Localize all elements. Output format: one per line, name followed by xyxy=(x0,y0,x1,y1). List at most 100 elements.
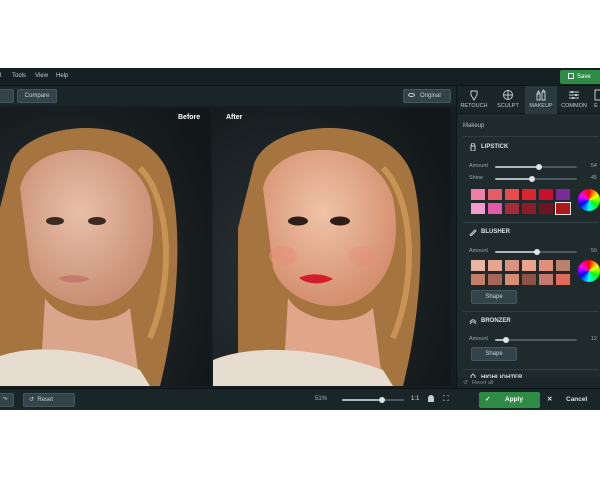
makeup-icon xyxy=(536,89,546,101)
pan-hand-icon[interactable] xyxy=(428,395,434,402)
apply-label: Apply xyxy=(505,396,524,403)
slider-fill xyxy=(495,178,532,180)
redo-icon: ↷ xyxy=(2,397,8,403)
reset-all-link[interactable]: Reset all xyxy=(472,380,493,386)
lipstick-shine-value: 45 xyxy=(590,175,597,181)
tab-sculpt-label: SCULPT xyxy=(497,103,519,109)
lipstick-swatch[interactable] xyxy=(505,189,519,200)
tab-effects[interactable]: E xyxy=(591,86,600,114)
blusher-swatch[interactable] xyxy=(505,260,519,271)
blusher-amount-slider[interactable] xyxy=(495,249,577,255)
tab-retouch-label: RETOUCH xyxy=(460,103,488,109)
view-mode-button[interactable] xyxy=(0,89,14,103)
apply-button[interactable]: ✓ Apply xyxy=(479,392,540,408)
slider-handle[interactable] xyxy=(529,176,536,182)
menu-help[interactable]: Help xyxy=(56,73,68,79)
blusher-swatch[interactable] xyxy=(471,260,485,271)
bronzer-shape-button[interactable]: Shape xyxy=(471,347,517,361)
after-label: After xyxy=(226,114,243,121)
blusher-title: BLUSHER xyxy=(481,229,511,235)
lipstick-icon xyxy=(470,143,476,151)
blusher-swatch[interactable] xyxy=(471,274,485,285)
cancel-button[interactable]: ✕ Cancel xyxy=(542,392,600,408)
menu-bar: II Tools View Help Save xyxy=(0,68,600,86)
original-button[interactable]: Original xyxy=(403,89,451,103)
redo-button[interactable]: ↷ xyxy=(0,393,14,407)
lipstick-amount-slider[interactable] xyxy=(495,164,577,170)
lipstick-swatch[interactable] xyxy=(522,189,536,200)
blusher-color-wheel[interactable] xyxy=(578,260,600,282)
slider-handle[interactable] xyxy=(379,397,385,403)
tab-sculpt[interactable]: SCULPT xyxy=(491,86,525,114)
retouch-icon xyxy=(470,90,478,101)
lipstick-swatch[interactable] xyxy=(488,189,502,200)
blusher-swatch[interactable] xyxy=(539,260,553,271)
lipstick-swatch[interactable] xyxy=(539,203,553,214)
image-canvas[interactable]: Before After xyxy=(0,106,456,388)
after-photo: After xyxy=(213,108,451,386)
bronzer-amount-slider[interactable] xyxy=(495,337,577,343)
slider-handle[interactable] xyxy=(503,337,510,343)
tab-retouch[interactable]: RETOUCH xyxy=(457,86,491,114)
blusher-swatch[interactable] xyxy=(505,274,519,285)
zoom-1to1-button[interactable]: 1:1 xyxy=(411,396,419,402)
blusher-swatch[interactable] xyxy=(522,274,536,285)
save-button[interactable]: Save xyxy=(560,70,600,84)
blusher-swatch[interactable] xyxy=(488,274,502,285)
menu-truncated[interactable]: II xyxy=(0,73,1,79)
lipstick-swatch[interactable] xyxy=(522,203,536,214)
blusher-swatch[interactable] xyxy=(556,274,570,285)
blusher-swatch[interactable] xyxy=(556,260,570,271)
blusher-amount-value: 50 xyxy=(590,248,597,254)
slider-handle[interactable] xyxy=(533,249,540,255)
lipstick-title: LIPSTICK xyxy=(481,144,509,150)
blusher-swatch[interactable] xyxy=(522,260,536,271)
tab-effects-label: E xyxy=(594,103,598,109)
tab-makeup[interactable]: MAKEUP xyxy=(525,86,557,114)
fit-screen-icon[interactable]: ⛶ xyxy=(443,394,449,404)
slider-fill xyxy=(342,399,380,401)
slider-fill xyxy=(495,166,540,168)
lipstick-swatch[interactable] xyxy=(471,189,485,200)
cancel-label: Cancel xyxy=(566,396,588,403)
bronzer-icon xyxy=(469,319,477,325)
menu-view[interactable]: View xyxy=(35,73,48,79)
slider-fill xyxy=(495,251,536,253)
sliders-icon xyxy=(569,91,579,99)
divider xyxy=(463,311,599,312)
sculpt-icon xyxy=(503,90,513,100)
before-label: Before xyxy=(178,114,201,121)
lipstick-swatch[interactable] xyxy=(539,189,553,200)
lipstick-swatch[interactable] xyxy=(505,203,519,214)
blusher-swatch[interactable] xyxy=(539,274,553,285)
menu-tools[interactable]: Tools xyxy=(12,73,26,79)
lipstick-shine-slider[interactable] xyxy=(495,176,577,182)
zoom-slider[interactable] xyxy=(342,397,404,403)
before-photo: Before xyxy=(0,108,211,386)
lipstick-swatch[interactable] xyxy=(488,203,502,214)
before-portrait-image xyxy=(0,108,211,386)
bronzer-amount-label: Amount xyxy=(469,336,488,342)
reset-all-bar: ↺ Reset all xyxy=(457,378,600,388)
lipstick-swatch[interactable] xyxy=(555,202,571,215)
eye-icon xyxy=(408,93,415,97)
check-icon: ✓ xyxy=(485,396,491,403)
lipstick-amount-value: 54 xyxy=(590,163,597,169)
blusher-swatch[interactable] xyxy=(488,260,502,271)
bronzer-amount-value: 12 xyxy=(590,336,597,342)
reset-button[interactable]: ↺ Reset xyxy=(23,393,75,407)
canvas-toolbar: Compare Original xyxy=(0,86,456,106)
lipstick-swatch[interactable] xyxy=(471,203,485,214)
compare-button[interactable]: Compare xyxy=(17,89,57,103)
save-label: Save xyxy=(577,74,591,80)
tab-common[interactable]: COMMON xyxy=(557,86,591,114)
blusher-shape-button[interactable]: Shape xyxy=(471,290,517,304)
original-label: Original xyxy=(420,93,441,99)
save-icon xyxy=(568,73,574,79)
effects-icon xyxy=(594,89,600,101)
divider xyxy=(463,222,599,223)
slider-handle[interactable] xyxy=(536,164,542,170)
lipstick-swatch[interactable] xyxy=(556,189,570,200)
photo-editor-window: II Tools View Help Save Compare Original xyxy=(0,68,600,410)
lipstick-color-wheel[interactable] xyxy=(578,189,600,211)
